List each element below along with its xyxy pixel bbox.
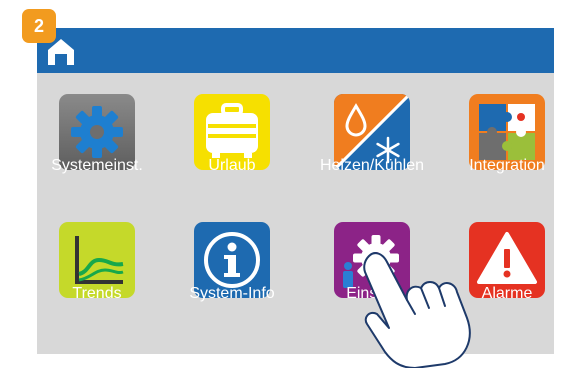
tile-trends[interactable]: Trends	[37, 204, 157, 314]
tile-heizen-kuehlen[interactable]: Heizen/Kühlen	[312, 76, 432, 186]
tile-label: Trends	[72, 285, 122, 302]
tile-label: Systemeinst.	[51, 157, 143, 174]
pointing-hand-icon	[363, 252, 471, 368]
header-bar	[37, 28, 554, 73]
tile-label: System-Info	[189, 285, 275, 302]
tile-label: Integration	[469, 157, 545, 174]
tile-integration[interactable]: Integration	[447, 76, 562, 186]
step-badge: 2	[22, 9, 56, 43]
tile-urlaub[interactable]: Urlaub	[172, 76, 292, 186]
tile-label: Urlaub	[208, 157, 256, 174]
tile-label: Heizen/Kühlen	[319, 157, 425, 174]
tile-systemeinst[interactable]: Systemeinst.	[37, 76, 157, 186]
tile-system-info[interactable]: System-Info	[172, 204, 292, 314]
